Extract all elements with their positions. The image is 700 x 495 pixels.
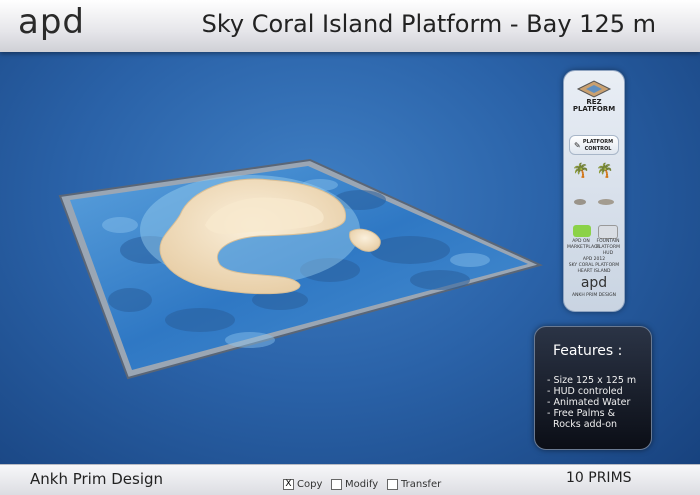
features-title: Features : [553, 343, 623, 359]
rock-group-icon[interactable] [598, 199, 614, 205]
modify-label: Modify [345, 479, 379, 490]
hud-panel: REZ PLATFORM ✎ PLATFORM CONTROL 🌴 🌴 APD … [563, 70, 625, 312]
fountain-label: FOUNTAIN PLATFORM HUD [596, 239, 620, 256]
feature-item: - Size 125 x 125 m [547, 375, 637, 386]
palm-tree-icon[interactable]: 🌴 [572, 163, 589, 179]
feature-item: - Free Palms & [547, 408, 616, 419]
rez-label-line2: PLATFORM [572, 105, 616, 113]
footer-bar: Ankh Prim Design X Copy Modify Transfer … [0, 464, 700, 495]
small-apd-logo: apd [580, 275, 608, 291]
control-icon: ✎ [574, 141, 581, 150]
features-box: Features : - Size 125 x 125 m - HUD cont… [534, 326, 652, 450]
copy-label: Copy [297, 479, 323, 490]
palm-group-icon[interactable]: 🌴 [596, 163, 613, 179]
transfer-checkbox[interactable] [387, 479, 398, 490]
feature-item: - Animated Water [547, 397, 631, 408]
prim-count: 10 PRIMS [566, 470, 632, 486]
feature-item: Rocks add-on [547, 419, 618, 430]
marketplace-icon[interactable] [573, 225, 591, 237]
modify-permission[interactable]: Modify [331, 479, 378, 490]
platform-control-button[interactable]: ✎ PLATFORM CONTROL [569, 135, 619, 155]
control-label-line1: PLATFORM [582, 139, 614, 145]
platform-thumbnail-icon [574, 77, 614, 99]
feature-item: - HUD controled [547, 386, 623, 397]
rock-icon[interactable] [574, 199, 586, 205]
marketplace-label: APD ON MARKETPLACE [567, 239, 600, 250]
copy-permission[interactable]: X Copy [283, 479, 322, 490]
rez-platform-button[interactable]: REZ PLATFORM [569, 99, 619, 115]
small-brand-label: ANKH PRIM DESIGN [571, 293, 617, 298]
copy-checkbox[interactable]: X [283, 479, 294, 490]
fountain-hud-icon[interactable] [598, 225, 618, 239]
transfer-label: Transfer [401, 479, 442, 490]
control-label-line2: CONTROL [584, 146, 612, 152]
transfer-permission[interactable]: Transfer [387, 479, 441, 490]
brand-name: Ankh Prim Design [30, 470, 164, 488]
modify-checkbox[interactable] [331, 479, 342, 490]
